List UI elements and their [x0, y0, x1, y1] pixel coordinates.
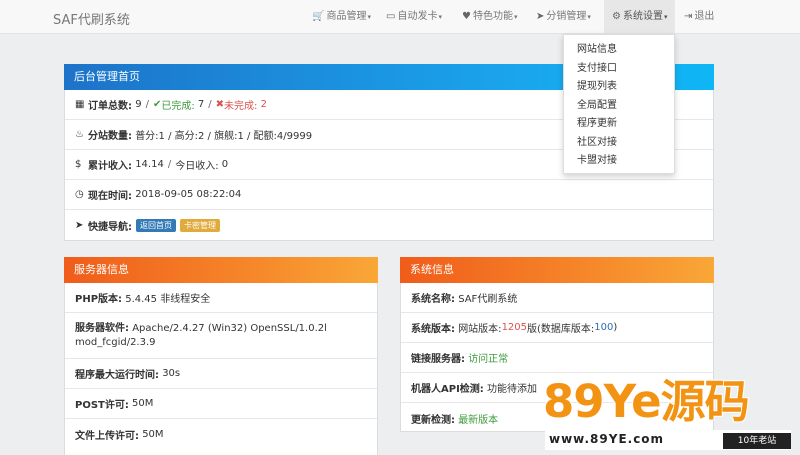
branches-label: 分站数量: — [88, 131, 132, 142]
nav-label: 自动发卡 — [397, 11, 438, 22]
software-label: 服务器软件: — [75, 323, 129, 334]
time-label: 现在时间: — [88, 191, 132, 202]
php-value: 5.4.45 非线程安全 — [125, 294, 211, 305]
update-check-label: 更新检测: — [411, 414, 455, 426]
nav-label: 系统设置 — [622, 11, 663, 22]
caret-down-icon: ▾ — [367, 13, 371, 21]
brand-title[interactable]: SAF代刷系统 — [53, 9, 130, 28]
dropdown-item-site-info[interactable]: 网站信息 — [564, 41, 674, 60]
dropdown-item-payment[interactable]: 支付接口 — [564, 60, 674, 79]
caret-down-icon: ▾ — [663, 13, 668, 21]
dropdown-item-community[interactable]: 社区对接 — [564, 134, 674, 153]
income-total: 14.14 — [135, 159, 164, 170]
caret-down-icon: ▾ — [513, 13, 518, 21]
orders-done-label: 已完成: — [161, 101, 195, 112]
post-label: POST许可: — [75, 400, 129, 411]
top-navbar: SAF代刷系统 🛒 商品管理▾ ▭ 自动发卡▾ ♥ 特色功能▾ ➤ 分销管理▾ ⚙ 系统设… — [0, 0, 800, 34]
fire-icon: ♨ — [75, 129, 84, 140]
time-value: 2018-09-05 08:22:04 — [135, 189, 242, 200]
time-row: ◷ 现在时间: 2018-09-05 08:22:04 — [65, 180, 713, 210]
upload-value: 50M — [142, 428, 164, 440]
nav-logout[interactable]: ⇥ 退出 — [684, 0, 714, 33]
max-time-row: 程序最大运行时间: 30s — [65, 359, 377, 389]
nav-product-management[interactable]: 🛒 商品管理▾ — [312, 0, 371, 33]
back-home-button[interactable]: 返回首页 — [136, 218, 176, 232]
income-label: 累计收入: — [88, 161, 132, 172]
dropdown-item-kameng[interactable]: 卡盟对接 — [564, 152, 674, 171]
watermark-logo: 89Ye源码 — [543, 375, 750, 428]
send-icon: ➤ — [536, 11, 545, 22]
php-row: PHP版本: 5.4.45 非线程安全 — [65, 283, 377, 313]
post-value: 50M — [132, 398, 154, 409]
site-version: 1205 — [501, 322, 528, 333]
income-today: 0 — [221, 159, 229, 170]
orders-label: 订单总数: — [88, 101, 132, 112]
nav-label: 商品管理 — [326, 11, 367, 22]
orders-undone: 2 — [260, 99, 267, 110]
server-info-panel: 服务器信息 PHP版本: 5.4.45 非线程安全 服务器软件: Apache/… — [64, 257, 378, 455]
heart-icon: ♥ — [462, 11, 471, 22]
clock-icon: ◷ — [75, 189, 84, 200]
nav-auto-card[interactable]: ▭ 自动发卡▾ — [386, 0, 442, 33]
nav-special-features[interactable]: ♥ 特色功能▾ — [462, 0, 517, 33]
system-name-value: SAF代刷系统 — [458, 294, 518, 305]
dropdown-item-withdraw-list[interactable]: 提现列表 — [564, 78, 674, 97]
orders-undone-label: 未完成: — [224, 101, 258, 112]
dollar-icon: $ — [75, 159, 82, 170]
system-version-label: 系统版本: — [411, 324, 455, 335]
system-name-label: 系统名称: — [411, 294, 455, 305]
nav-label: 特色功能 — [472, 11, 513, 22]
nav-distribution-management[interactable]: ➤ 分销管理▾ — [536, 0, 591, 33]
grid-icon: ▦ — [75, 99, 85, 110]
nav-label: 退出 — [694, 11, 715, 22]
update-check-value: 最新版本 — [458, 414, 499, 426]
max-time-label: 程序最大运行时间: — [75, 370, 159, 381]
caret-down-icon: ▾ — [587, 13, 591, 21]
link-server-row: 链接服务器: 访问正常 — [401, 343, 713, 373]
panel-title: 服务器信息 — [64, 257, 378, 283]
check-icon: ✔ — [152, 99, 162, 110]
gear-icon: ⚙ — [612, 11, 621, 22]
watermark: 89Ye源码 www.89YE.com 10年老站 — [543, 372, 800, 455]
logout-icon: ⇥ — [684, 11, 693, 22]
cart-icon: 🛒 — [312, 11, 325, 22]
send-icon: ➤ — [75, 219, 84, 231]
link-server-status: 访问正常 — [468, 354, 509, 365]
max-time-value: 30s — [162, 368, 181, 379]
cross-icon: ✖ — [215, 99, 225, 110]
software-value: Apache/2.4.27 (Win32) OpenSSL/1.0.2l — [132, 323, 327, 334]
nav-label: 分销管理 — [546, 11, 587, 22]
system-name-row: 系统名称: SAF代刷系统 — [401, 283, 713, 313]
post-row: POST许可: 50M — [65, 389, 377, 419]
upload-label: 文件上传许可: — [75, 430, 139, 442]
software-row: 服务器软件: Apache/2.4.27 (Win32) OpenSSL/1.0… — [65, 313, 377, 359]
link-server-label: 链接服务器: — [411, 354, 465, 365]
caret-down-icon: ▾ — [438, 13, 442, 21]
branches-value: 普分:1 / 高分:2 / 旗舰:1 / 配额:4/9999 — [135, 131, 313, 142]
card-icon: ▭ — [386, 11, 396, 22]
orders-done: 7 — [197, 99, 205, 110]
php-label: PHP版本: — [75, 294, 123, 305]
quick-nav-label: 快捷导航: — [88, 221, 132, 233]
dropdown-item-global-config[interactable]: 全局配置 — [564, 97, 674, 116]
software-value-2: mod_fcgid/2.3.9 — [75, 337, 156, 348]
watermark-url: www.89YE.com — [549, 432, 665, 446]
income-today-label: 今日收入: — [175, 161, 219, 172]
panel-title: 系统信息 — [400, 257, 714, 283]
robot-api-label: 机器人API检测: — [411, 384, 484, 395]
system-settings-dropdown: 网站信息 支付接口 提现列表 全局配置 程序更新 社区对接 卡盟对接 — [563, 34, 675, 174]
dropdown-item-program-update[interactable]: 程序更新 — [564, 115, 674, 134]
robot-api-value: 功能待添加 — [486, 384, 537, 395]
upload-row: 文件上传许可: 50M — [65, 419, 377, 449]
card-management-button[interactable]: 卡密管理 — [180, 218, 220, 232]
nav-system-settings[interactable]: ⚙ 系统设置▾ — [604, 0, 676, 33]
orders-total: 9 — [135, 99, 142, 110]
quick-nav-row: ➤ 快捷导航: 返回首页 卡密管理 — [65, 210, 713, 240]
watermark-tag: 10年老站 — [723, 433, 791, 449]
system-version-row: 系统版本: 网站版本: 1205 版(数据库版本: 100) — [401, 313, 713, 343]
db-version: 100 — [594, 322, 614, 333]
